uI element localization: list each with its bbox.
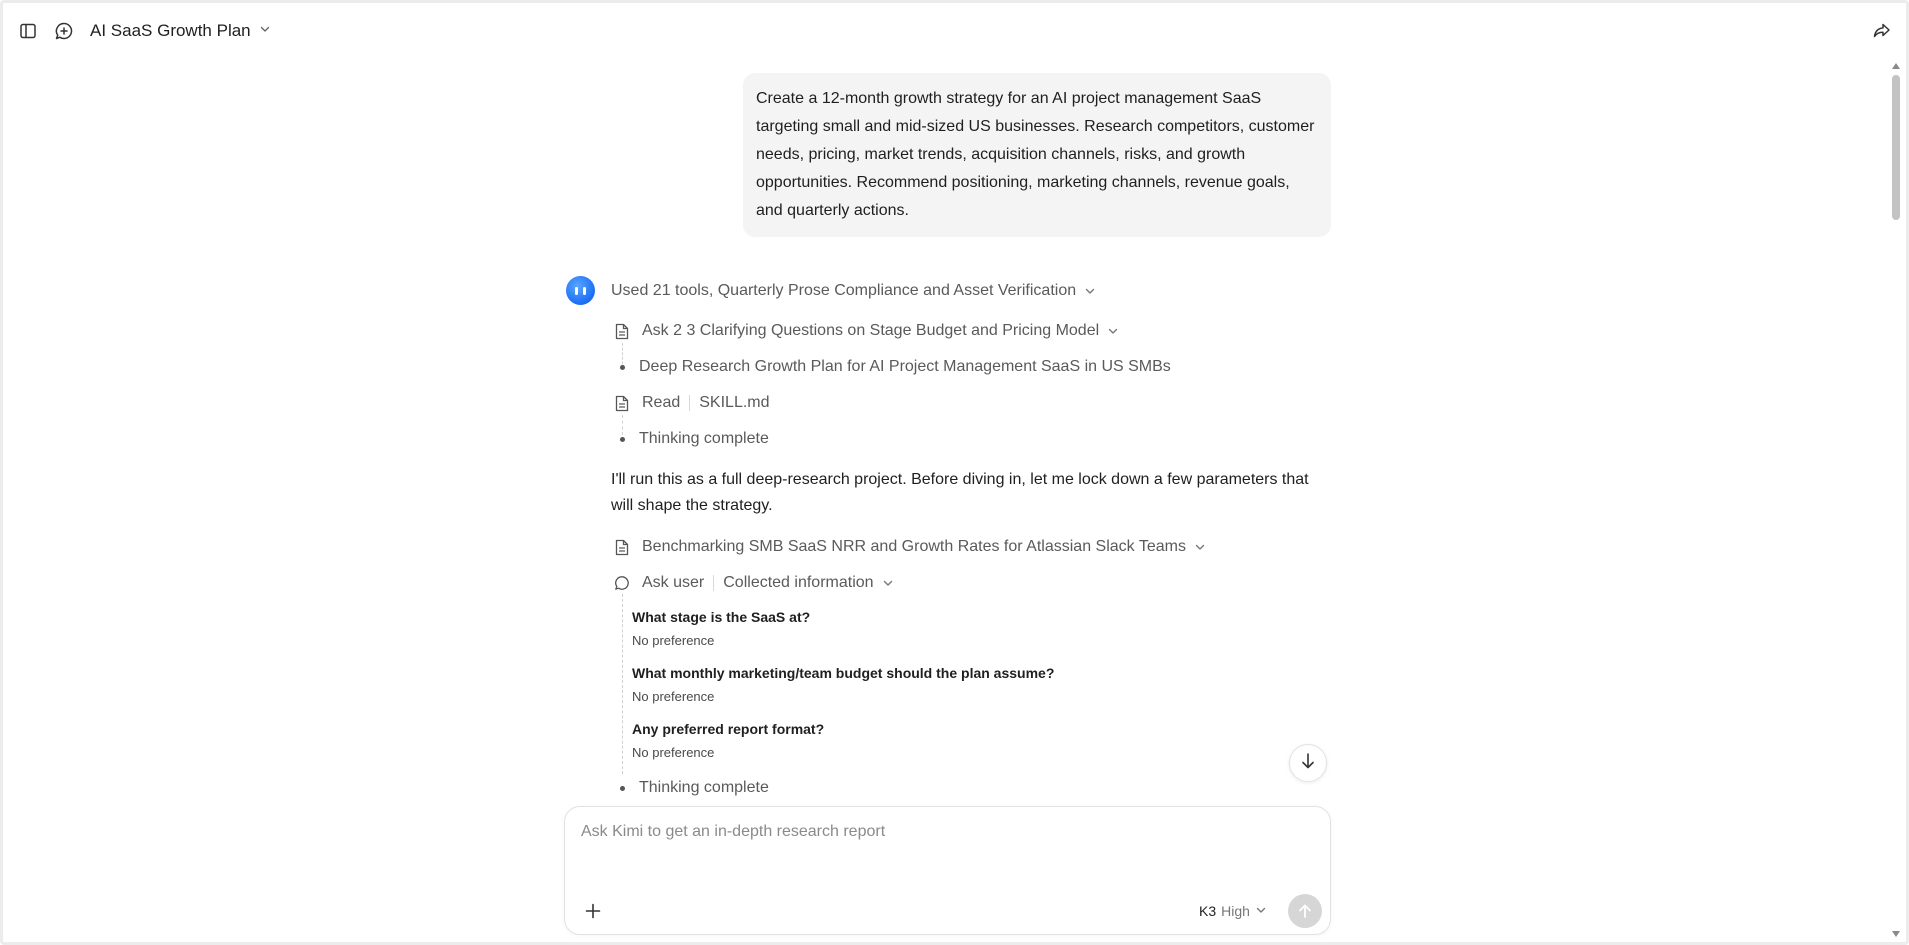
step-bullet <box>620 437 625 442</box>
step-status: Collected information <box>723 574 874 591</box>
chat-bubble-icon <box>614 574 630 592</box>
user-message-bubble: Create a 12-month growth strategy for an… <box>743 73 1331 237</box>
document-icon <box>614 538 630 556</box>
header: AI SaaS Growth Plan <box>3 3 1909 59</box>
avatar-eye <box>575 286 578 295</box>
chevron-down-icon <box>882 577 894 589</box>
step-read-file[interactable]: Read SKILL.md <box>614 392 770 414</box>
qa-item: What stage is the SaaS at? No preference <box>632 607 810 651</box>
step-ask-user[interactable]: Ask user Collected information <box>614 572 894 594</box>
step-label: Ask user <box>642 574 705 591</box>
timeline-connector <box>622 415 623 435</box>
document-icon <box>614 322 630 340</box>
arrow-down-icon <box>1300 752 1316 775</box>
question-text: What stage is the SaaS at? <box>632 609 811 625</box>
answer-text: No preference <box>632 745 715 760</box>
step-thinking-complete: Thinking complete <box>639 777 769 799</box>
scroll-down-arrow-icon[interactable] <box>1891 929 1901 939</box>
scroll-up-arrow-icon[interactable] <box>1891 61 1901 71</box>
sidebar-toggle-icon[interactable] <box>17 20 39 42</box>
step-deep-research: Deep Research Growth Plan for AI Project… <box>639 356 1171 378</box>
message-composer: K3 High <box>564 806 1331 935</box>
divider <box>713 575 715 591</box>
scroll-to-bottom-button[interactable] <box>1289 744 1327 782</box>
app-window: AI SaaS Growth Plan Create a 12-month gr… <box>0 0 1909 945</box>
step-benchmarking[interactable]: Benchmarking SMB SaaS NRR and Growth Rat… <box>614 536 1206 558</box>
avatar-eye <box>583 286 586 295</box>
model-name: K3 <box>1199 903 1217 919</box>
document-icon <box>614 394 630 412</box>
qa-item: What monthly marketing/team budget shoul… <box>632 663 1054 707</box>
step-label: Read <box>642 394 681 411</box>
answer-text: No preference <box>632 689 715 704</box>
file-name: SKILL.md <box>699 394 770 411</box>
chevron-down-icon <box>1194 541 1206 553</box>
step-bullet <box>620 365 625 370</box>
question-text: What monthly marketing/team budget shoul… <box>632 665 1055 681</box>
step-clarifying-questions[interactable]: Ask 2 3 Clarifying Questions on Stage Bu… <box>614 320 1119 342</box>
step-label: Thinking complete <box>639 779 769 796</box>
chevron-down-icon <box>1084 285 1096 297</box>
step-bullet <box>620 786 625 791</box>
divider <box>689 395 691 411</box>
kimi-avatar <box>566 276 595 305</box>
scroll-thumb[interactable] <box>1892 75 1900 220</box>
prompt-input[interactable] <box>581 820 1311 844</box>
step-label: Ask 2 3 Clarifying Questions on Stage Bu… <box>642 322 1100 339</box>
qa-item: Any preferred report format? No preferen… <box>632 719 824 763</box>
step-thinking-complete: Thinking complete <box>639 428 769 450</box>
assistant-response-text: I'll run this as a full deep-research pr… <box>611 471 1309 514</box>
tool-summary-toggle[interactable]: Used 21 tools, Quarterly Prose Complianc… <box>611 280 1096 302</box>
timeline-connector <box>622 594 623 774</box>
chevron-down-icon <box>1107 325 1119 337</box>
answer-text: No preference <box>632 633 715 648</box>
send-button[interactable] <box>1288 894 1322 928</box>
model-selector[interactable]: K3 High <box>1199 900 1267 922</box>
step-label: Benchmarking SMB SaaS NRR and Growth Rat… <box>642 538 1186 555</box>
tool-summary-text: Used 21 tools, Quarterly Prose Complianc… <box>611 282 1077 299</box>
step-label: Thinking complete <box>639 430 769 447</box>
add-attachment-button[interactable] <box>581 899 605 923</box>
step-label: Deep Research Growth Plan for AI Project… <box>639 358 1171 375</box>
new-chat-icon[interactable] <box>53 20 75 42</box>
page-title: AI SaaS Growth Plan <box>90 21 251 40</box>
share-icon[interactable] <box>1871 20 1893 42</box>
conversation-title-dropdown[interactable]: AI SaaS Growth Plan <box>90 19 271 43</box>
scrollbar[interactable] <box>1889 59 1903 941</box>
chevron-down-icon <box>259 22 271 40</box>
chevron-down-icon <box>1255 903 1267 919</box>
reasoning-level: High <box>1221 903 1250 919</box>
question-text: Any preferred report format? <box>632 721 825 737</box>
